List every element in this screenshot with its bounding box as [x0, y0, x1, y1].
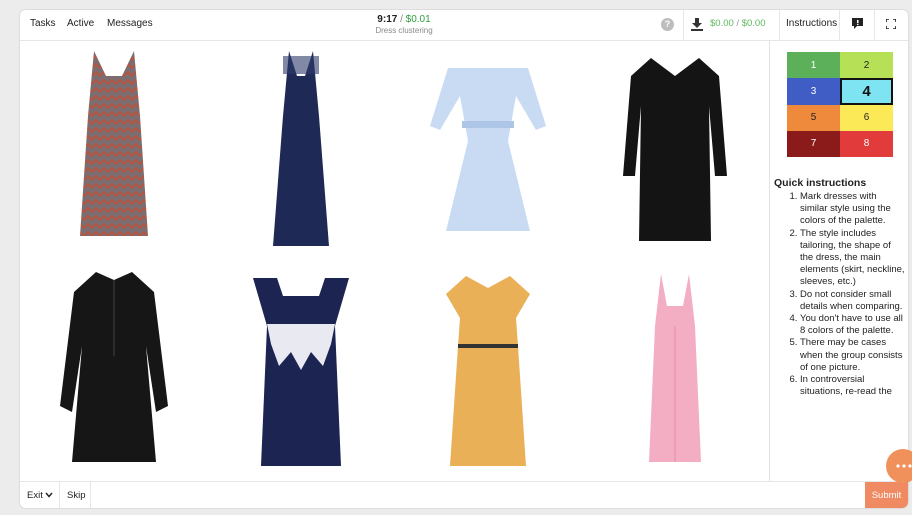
dress-image	[445, 276, 530, 466]
dress-shape	[429, 68, 546, 231]
chat-icon[interactable]	[886, 449, 912, 483]
top-bar: Tasks Active Messages 9:17 / $0.01 Dress…	[20, 10, 908, 41]
timer-separator: /	[397, 14, 406, 25]
palette-color-7[interactable]: 7	[787, 130, 840, 157]
divider	[839, 10, 840, 40]
instructions-panel: 1 2 3 4 5 6 7 8 Quick instructions Mark …	[769, 41, 908, 481]
dress-image	[59, 272, 168, 462]
dress-tile[interactable]	[581, 261, 768, 481]
instruction-item: The style includes tailoring, the shape …	[800, 228, 906, 289]
divider	[874, 10, 875, 40]
dress-shape	[252, 278, 349, 466]
dress-tile[interactable]	[207, 261, 394, 481]
bottom-bar: Exit Skip Submit	[20, 481, 908, 508]
dress-tile[interactable]	[394, 261, 581, 481]
dress-tile[interactable]	[20, 41, 207, 261]
task-frame: Tasks Active Messages 9:17 / $0.01 Dress…	[20, 10, 908, 508]
dress-belt	[461, 121, 514, 128]
dress-shape	[622, 58, 727, 241]
help-icon[interactable]: ?	[661, 18, 674, 31]
chat-dots	[896, 464, 912, 468]
palette-color-1[interactable]: 1	[787, 52, 840, 79]
dress-grid	[20, 41, 768, 481]
dress-tile[interactable]	[20, 261, 207, 481]
dress-tile[interactable]	[394, 41, 581, 261]
dress-image	[622, 58, 727, 241]
instruction-item: You don't have to use all 8 colors of th…	[800, 313, 906, 337]
download-icon	[691, 18, 703, 31]
divider	[90, 482, 91, 508]
dress-shape	[79, 51, 148, 236]
dress-image	[252, 278, 349, 466]
divider	[779, 10, 780, 40]
dress-belt	[457, 344, 518, 348]
task-price: $0.01	[405, 14, 431, 25]
dress-image	[648, 274, 701, 462]
balance-current: $0.00	[710, 18, 734, 29]
balance: $0.00 / $0.00	[710, 18, 765, 29]
palette-color-3[interactable]: 3	[787, 78, 840, 105]
chevron-down-icon	[45, 492, 54, 498]
balance-pending: $0.00	[741, 18, 766, 29]
balance-separator: /	[733, 18, 742, 29]
divider	[59, 482, 60, 508]
instruction-item: Do not consider small details when compa…	[800, 289, 906, 313]
dress-image	[429, 68, 546, 231]
timer: 9:17	[377, 14, 398, 25]
dress-detail	[282, 56, 319, 74]
instructions-list: Mark dresses with similar style using th…	[774, 191, 906, 398]
dress-shape	[445, 276, 530, 466]
dress-tile[interactable]	[207, 41, 394, 261]
skip-button[interactable]: Skip	[67, 490, 85, 501]
exit-label: Exit	[27, 490, 43, 501]
exit-button[interactable]: Exit	[27, 490, 54, 501]
palette-color-6[interactable]: 6	[840, 104, 893, 131]
color-palette: 1 2 3 4 5 6 7 8	[787, 52, 893, 157]
dress-tile[interactable]	[581, 41, 768, 261]
divider	[683, 10, 684, 40]
fullscreen-icon[interactable]	[886, 19, 896, 29]
palette-color-5[interactable]: 5	[787, 104, 840, 131]
message-icon[interactable]	[851, 17, 864, 30]
submit-button[interactable]: Submit	[865, 482, 908, 508]
dress-image	[79, 51, 148, 236]
palette-color-4[interactable]: 4	[840, 78, 893, 105]
dress-shape	[272, 51, 329, 246]
instructions-title: Quick instructions	[774, 177, 867, 189]
instructions-button[interactable]: Instructions	[786, 18, 837, 29]
instruction-item: There may be cases when the group consis…	[800, 337, 906, 374]
instruction-item: Mark dresses with similar style using th…	[800, 191, 906, 228]
palette-color-8[interactable]: 8	[840, 130, 893, 157]
palette-color-2[interactable]: 2	[840, 52, 893, 79]
dress-image	[272, 51, 329, 246]
instruction-item: In controversial situations, re-read the	[800, 374, 906, 398]
